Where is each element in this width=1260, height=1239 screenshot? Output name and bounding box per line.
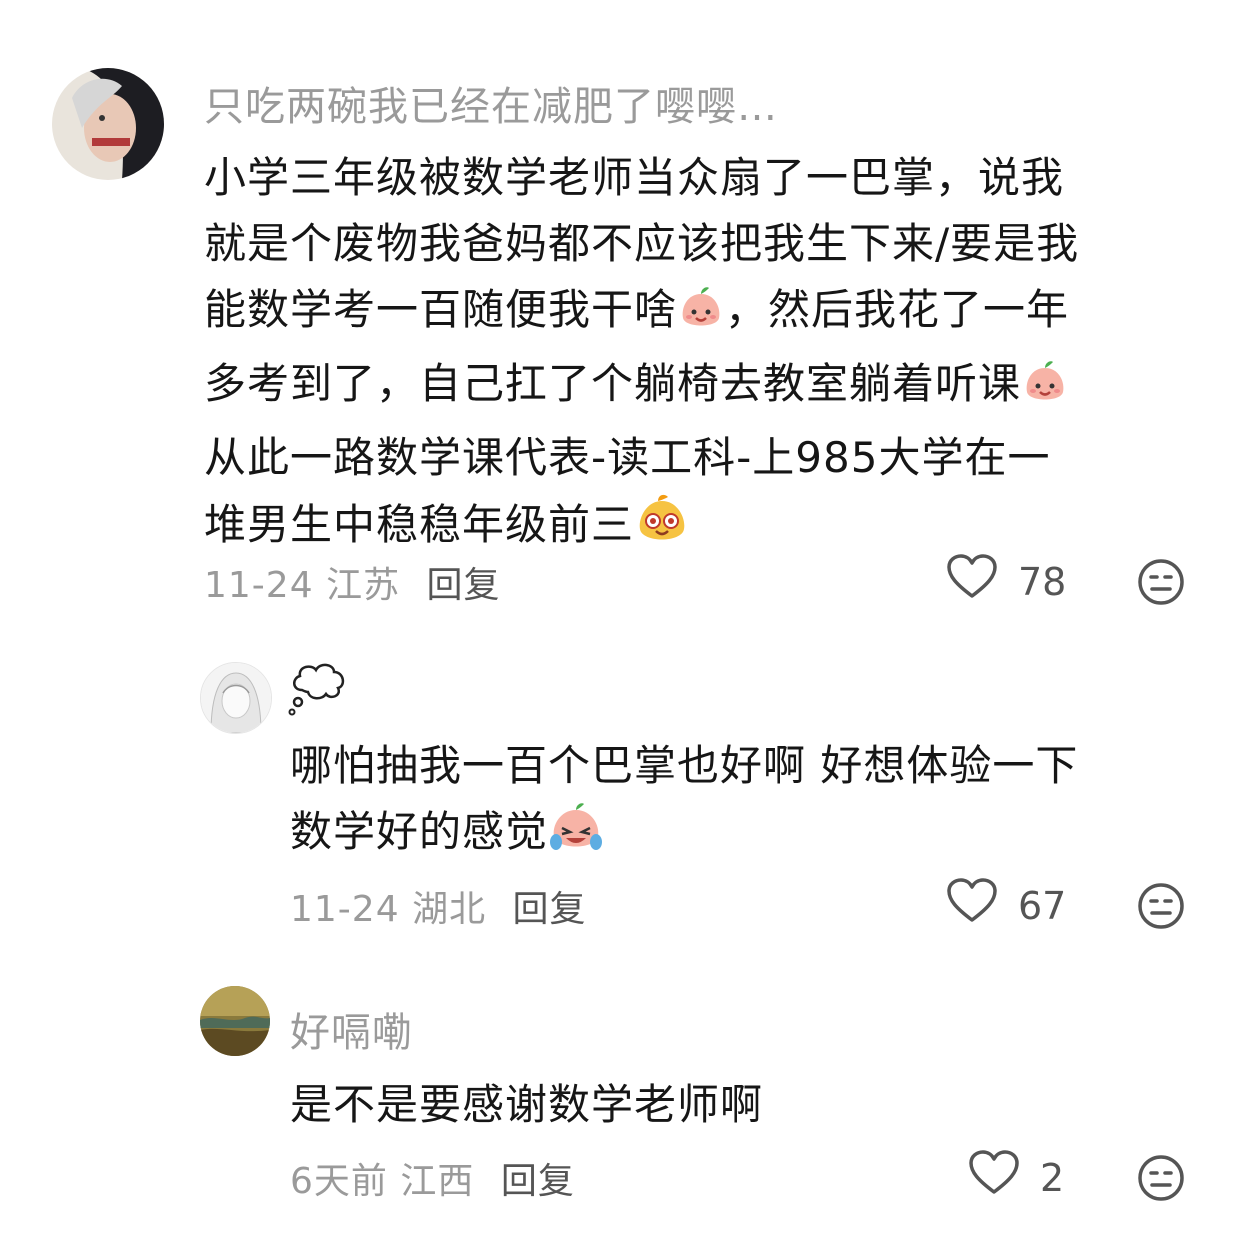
comment-line: 小学三年级被数学老师当众扇了一巴掌，说我 (204, 153, 1065, 202)
heart-icon (946, 554, 998, 609)
like-button[interactable]: 67 (946, 878, 1066, 933)
smiling-peach-emoji (677, 284, 725, 351)
thought-bubble-icon (288, 663, 348, 728)
comment-line: 能数学考一百随便我干啥 ，然后我花了一年 (204, 277, 1214, 351)
dislike-button[interactable] (1137, 1154, 1185, 1206)
username[interactable]: 只吃两碗我已经在减肥了嘤嘤… (204, 74, 778, 132)
avatar[interactable] (200, 662, 272, 734)
meh-face-icon (1137, 559, 1185, 610)
avatar[interactable] (52, 68, 164, 180)
comment-line: 就是个废物我爸妈都不应该把我生下来/要是我 (204, 219, 1080, 268)
reply-button[interactable]: 回复 (427, 565, 501, 606)
like-button[interactable]: 2 (968, 1150, 1064, 1205)
like-count: 78 (1018, 559, 1067, 604)
comment-line: 从此一路数学课代表-读工科-上985大学在一 (204, 433, 1051, 482)
star-eyes-emoji (634, 491, 690, 566)
meh-face-icon (1137, 1155, 1185, 1206)
comment-text: 是不是要感谢数学老师啊 (290, 1072, 1220, 1138)
like-count: 2 (1040, 1155, 1065, 1200)
comment-line: 多考到了，自己扛了个躺椅去教室躺着听课 (204, 351, 1214, 425)
dislike-button[interactable] (1137, 558, 1185, 610)
comment-line: 是不是要感谢数学老师啊 (290, 1080, 764, 1129)
comment-date: 11-24 (204, 565, 314, 606)
comment-location: 江西 (400, 1161, 475, 1202)
comment-line: 数学好的感觉 (290, 799, 1220, 873)
smiling-peach-emoji (1021, 358, 1069, 425)
comment-meta: 11-24 湖北 回复 (290, 880, 587, 932)
comment-date: 11-24 (290, 889, 400, 930)
comment-location: 江苏 (326, 565, 401, 606)
like-button[interactable]: 78 (946, 554, 1066, 609)
reply-button[interactable]: 回复 (501, 1161, 575, 1202)
comment-date: 6天前 (290, 1161, 388, 1202)
comment-meta: 11-24 江苏 回复 (204, 556, 501, 608)
comment-text: 哪怕抽我一百个巴掌也好啊 好想体验一下 数学好的感觉 (290, 733, 1220, 873)
comment-location: 湖北 (412, 889, 487, 930)
avatar[interactable] (200, 986, 270, 1056)
username[interactable] (288, 660, 348, 728)
dislike-button[interactable] (1137, 882, 1185, 934)
username[interactable]: 好嗝嘞 (290, 1000, 413, 1058)
comment-meta: 6天前 江西 回复 (290, 1152, 575, 1204)
like-count: 67 (1018, 883, 1067, 928)
meh-face-icon (1137, 883, 1185, 934)
comment-line: 哪怕抽我一百个巴掌也好啊 好想体验一下 (290, 741, 1079, 790)
comment-text: 小学三年级被数学老师当众扇了一巴掌，说我 就是个废物我爸妈都不应该把我生下来/要… (204, 145, 1214, 566)
heart-icon (968, 1150, 1020, 1205)
heart-icon (946, 878, 998, 933)
crying-laugh-peach-emoji (548, 802, 604, 873)
reply-button[interactable]: 回复 (513, 889, 587, 930)
